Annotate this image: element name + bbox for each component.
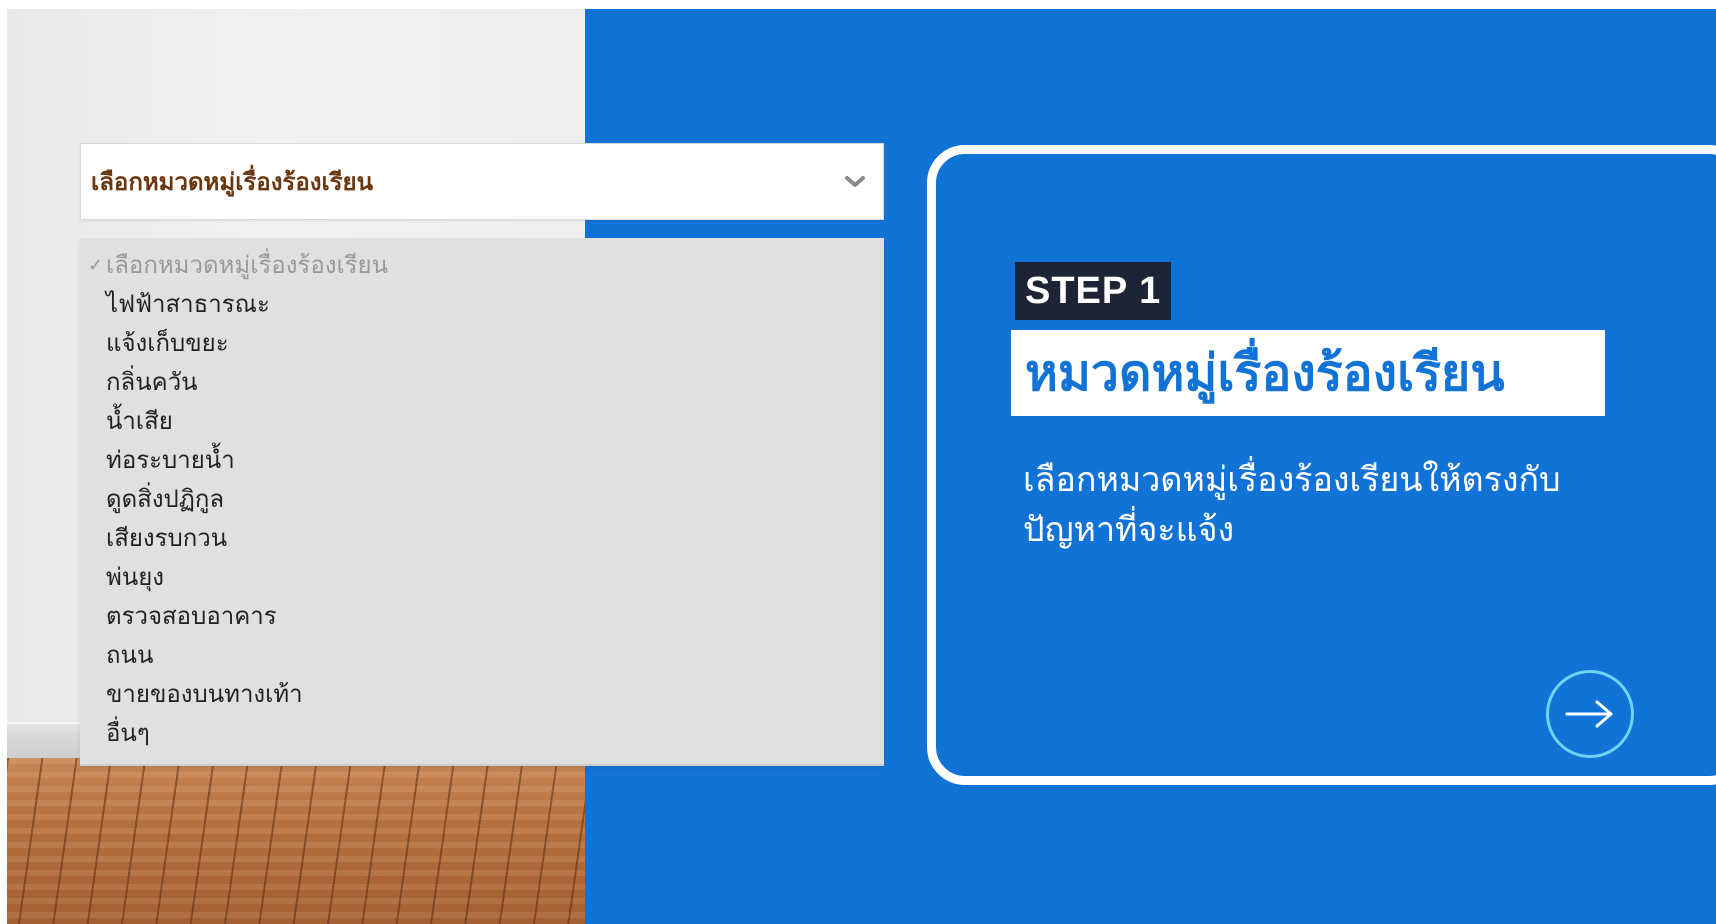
- option-other[interactable]: อื่นๆ: [106, 714, 150, 753]
- option-building-inspection[interactable]: ตรวจสอบอาคาร: [106, 597, 277, 636]
- description-line-1: เลือกหมวดหมู่เรื่องร้องเรียนให้ตรงกับ: [1023, 460, 1561, 500]
- category-dropdown-list: ✓ เลือกหมวดหมู่เรื่องร้องเรียน ไฟฟ้าสาธา…: [80, 238, 884, 766]
- wood-floor: [7, 758, 585, 924]
- option-garbage-collection[interactable]: แจ้งเก็บขยะ: [106, 324, 229, 363]
- step-badge: STEP 1: [1015, 262, 1172, 320]
- option-smoke-odor[interactable]: กลิ่นควัน: [106, 363, 198, 402]
- option-road[interactable]: ถนน: [106, 636, 153, 675]
- arrow-right-icon: [1565, 700, 1613, 728]
- select-label: เลือกหมวดหมู่เรื่องร้องเรียน: [91, 168, 374, 196]
- next-button[interactable]: [1546, 670, 1634, 758]
- chevron-down-icon: [845, 176, 865, 187]
- description-line-2: ปัญหาที่จะแจ้ง: [1023, 510, 1235, 550]
- option-noise[interactable]: เสียงรบกวน: [106, 519, 227, 558]
- option-mosquito-spray[interactable]: พ่นยุง: [106, 558, 164, 597]
- option-sidewalk-vendor[interactable]: ขายของบนทางเท้า: [106, 675, 303, 714]
- option-public-electricity[interactable]: ไฟฟ้าสาธารณะ: [106, 285, 270, 324]
- option-wastewater[interactable]: น้ำเสีย: [106, 402, 173, 441]
- category-select[interactable]: เลือกหมวดหมู่เรื่องร้องเรียน: [80, 143, 884, 220]
- option-sewage-pumping[interactable]: ดูดสิ่งปฏิกูล: [106, 480, 224, 519]
- step-description: เลือกหมวดหมู่เรื่องร้องเรียนให้ตรงกับ ปั…: [1023, 455, 1623, 555]
- step-title: หมวดหมู่เรื่องร้องเรียน: [1011, 330, 1605, 416]
- checkmark-icon: ✓: [88, 255, 104, 276]
- option-placeholder[interactable]: เลือกหมวดหมู่เรื่องร้องเรียน: [106, 246, 388, 285]
- option-drainage[interactable]: ท่อระบายน้ำ: [106, 441, 235, 480]
